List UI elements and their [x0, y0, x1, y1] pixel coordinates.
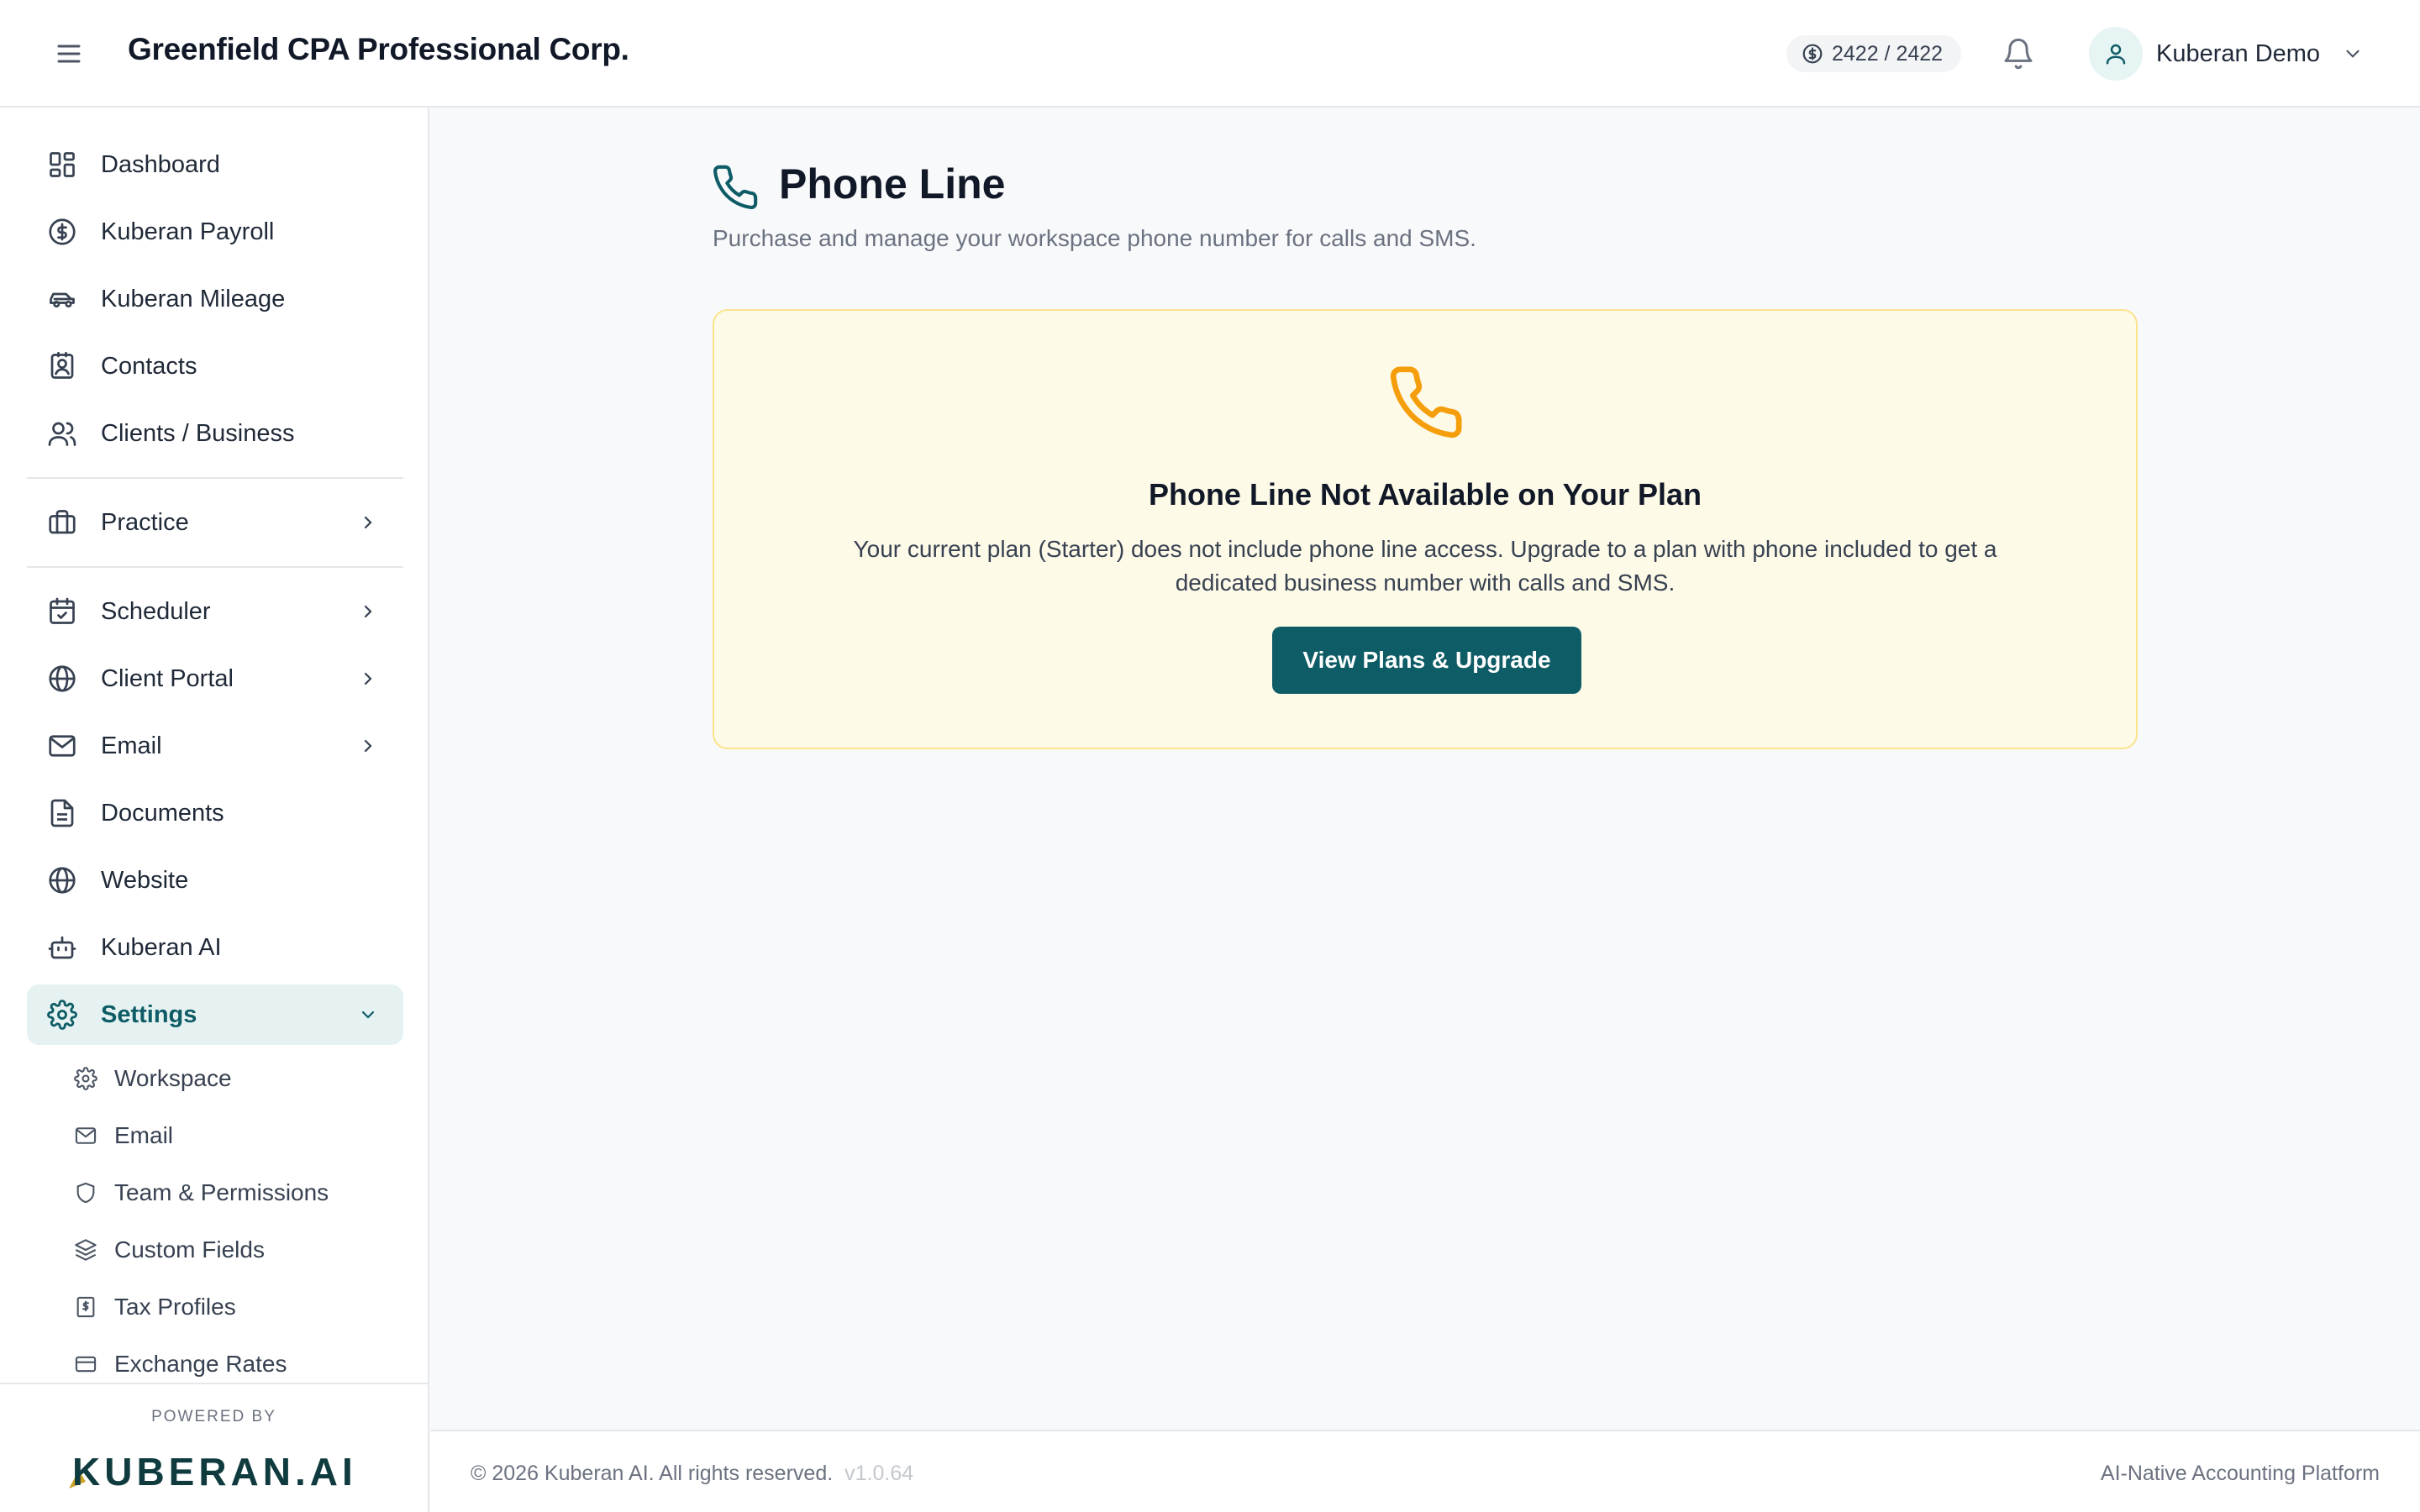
- page-subtitle: Purchase and manage your workspace phone…: [713, 225, 1476, 251]
- kuberan-ai-logo: KUBERAN.AI: [67, 1443, 363, 1494]
- sidebar-item-label: Practice: [101, 508, 189, 536]
- sidebar-item-label: Email: [101, 732, 162, 759]
- sidebar-item-scheduler[interactable]: Scheduler: [27, 581, 403, 642]
- settings-sub-label: Team & Permissions: [114, 1179, 329, 1205]
- credits-count: 2422 / 2422: [1832, 41, 1944, 66]
- chevron-right-icon: [358, 601, 378, 622]
- chevron-right-icon: [358, 736, 378, 756]
- avatar: [2089, 27, 2143, 81]
- plan-upgrade-notice: Phone Line Not Available on Your Plan Yo…: [713, 309, 2138, 749]
- notification-bell-icon[interactable]: [2002, 37, 2035, 71]
- car-icon: [47, 284, 77, 314]
- sidebar-item-label: Client Portal: [101, 664, 234, 692]
- mail-icon: [74, 1124, 97, 1147]
- sidebar-footer: POWERED BY KUBERAN.AI: [0, 1383, 429, 1512]
- layers-icon: [74, 1238, 97, 1262]
- hamburger-menu-icon[interactable]: [54, 39, 84, 69]
- sidebar-item-label: Documents: [101, 799, 224, 827]
- page-footer: © 2026 Kuberan AI. All rights reserved. v…: [430, 1430, 2420, 1512]
- version-label: v1.0.64: [844, 1462, 914, 1485]
- notice-body: Your current plan (Starter) does not inc…: [853, 536, 1997, 596]
- top-header: Greenfield CPA Professional Corp. 2422 /…: [0, 0, 2420, 108]
- settings-sub-label: Tax Profiles: [114, 1294, 236, 1320]
- chevron-right-icon: [358, 669, 378, 689]
- gear-icon: [74, 1067, 97, 1090]
- sidebar-item-website[interactable]: Website: [27, 850, 403, 911]
- sidebar-item-kuberan-payroll[interactable]: Kuberan Payroll: [27, 202, 403, 262]
- settings-sub-label: Exchange Rates: [114, 1351, 287, 1377]
- org-title: Greenfield CPA Professional Corp.: [128, 32, 629, 66]
- credit-card-icon: [74, 1352, 97, 1376]
- settings-sub-email[interactable]: Email: [71, 1112, 390, 1159]
- sidebar-item-kuberan-mileage[interactable]: Kuberan Mileage: [27, 269, 403, 329]
- users-icon: [47, 418, 77, 449]
- dashboard-icon: [47, 150, 77, 180]
- copyright: © 2026 Kuberan AI. All rights reserved. v…: [471, 1462, 913, 1486]
- chevron-down-icon: [2342, 43, 2364, 65]
- phone-warning-icon: [1386, 363, 1465, 442]
- user-menu[interactable]: Kuberan Demo: [2089, 25, 2364, 82]
- copyright-text: © 2026 Kuberan AI. All rights reserved.: [471, 1462, 834, 1485]
- document-icon: [47, 798, 77, 828]
- settings-sub-label: Email: [114, 1122, 174, 1148]
- dollar-circle-icon: [1802, 43, 1823, 65]
- phone-icon: [711, 163, 760, 212]
- user-icon: [2103, 41, 2128, 66]
- briefcase-icon: [47, 507, 77, 538]
- sidebar-item-email[interactable]: Email: [27, 716, 403, 776]
- sidebar-item-documents[interactable]: Documents: [27, 783, 403, 843]
- contact-card-icon: [47, 351, 77, 381]
- mail-icon: [47, 731, 77, 761]
- dollar-circle-icon: [47, 217, 77, 247]
- sidebar-item-label: Website: [101, 866, 189, 894]
- page-title: Phone Line: [779, 160, 1006, 207]
- sidebar-item-label: Clients / Business: [101, 419, 295, 447]
- globe-icon: [47, 865, 77, 895]
- settings-sub-label: Workspace: [114, 1065, 232, 1091]
- sidebar-item-clients-business[interactable]: Clients / Business: [27, 403, 403, 464]
- powered-by-label: POWERED BY: [151, 1408, 276, 1425]
- footer-tagline: AI-Native Accounting Platform: [2100, 1462, 2380, 1485]
- notice-title: Phone Line Not Available on Your Plan: [1148, 477, 1702, 512]
- user-name: Kuberan Demo: [2156, 39, 2321, 67]
- sidebar-item-practice[interactable]: Practice: [27, 492, 403, 553]
- sidebar-item-label: Kuberan AI: [101, 933, 222, 961]
- sidebar-item-label: Dashboard: [101, 150, 220, 178]
- sidebar-divider: [27, 477, 403, 479]
- shield-icon: [74, 1181, 97, 1205]
- sidebar-item-label: Settings: [101, 1000, 197, 1028]
- gear-icon: [47, 1000, 77, 1030]
- sidebar-item-label: Contacts: [101, 352, 197, 380]
- sidebar-item-kuberan-ai[interactable]: Kuberan AI: [27, 917, 403, 978]
- globe-icon: [47, 664, 77, 694]
- brand-logo-text: KUBERAN.AI: [72, 1450, 357, 1494]
- settings-sub-team-permissions[interactable]: Team & Permissions: [71, 1169, 390, 1216]
- sidebar-item-dashboard[interactable]: Dashboard: [27, 134, 403, 195]
- sidebar: Dashboard Kuberan Payroll Kuberan Mileag…: [0, 108, 429, 1512]
- bot-icon: [47, 932, 77, 963]
- chevron-right-icon: [358, 512, 378, 533]
- settings-sub-custom-fields[interactable]: Custom Fields: [71, 1226, 390, 1273]
- settings-sub-exchange-rates[interactable]: Exchange Rates: [71, 1341, 390, 1388]
- sidebar-item-label: Kuberan Mileage: [101, 285, 286, 312]
- view-plans-upgrade-button[interactable]: View Plans & Upgrade: [1272, 627, 1581, 694]
- receipt-icon: [74, 1295, 97, 1319]
- chevron-down-icon: [358, 1005, 378, 1025]
- calendar-check-icon: [47, 596, 77, 627]
- settings-sub-workspace[interactable]: Workspace: [71, 1055, 390, 1102]
- sidebar-item-settings[interactable]: Settings: [27, 984, 403, 1045]
- settings-sub-label: Custom Fields: [114, 1236, 265, 1263]
- sidebar-item-label: Scheduler: [101, 597, 211, 625]
- credits-badge[interactable]: 2422 / 2422: [1786, 35, 1962, 72]
- sidebar-divider: [27, 566, 403, 568]
- sidebar-item-contacts[interactable]: Contacts: [27, 336, 403, 396]
- settings-sub-tax-profiles[interactable]: Tax Profiles: [71, 1284, 390, 1331]
- sidebar-item-client-portal[interactable]: Client Portal: [27, 648, 403, 709]
- sidebar-item-label: Kuberan Payroll: [101, 218, 275, 245]
